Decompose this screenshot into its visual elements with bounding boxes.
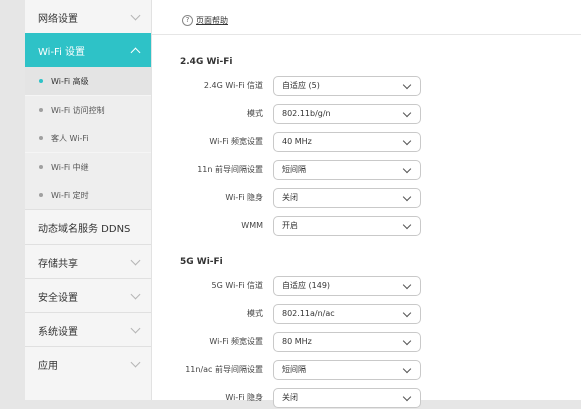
sidebar-item-label: 动态域名服务 DDNS xyxy=(38,223,131,235)
form-row-5g-channel: 5G Wi-Fi 信道 自适应 (149) xyxy=(152,275,581,297)
select-value: 自适应 (149) xyxy=(282,281,331,290)
chevron-down-icon xyxy=(402,164,412,174)
chevron-down-icon xyxy=(402,80,412,90)
form-row-2g-wmm: WMM 开启 xyxy=(152,215,581,237)
field-label: 2.4G Wi-Fi 信道 xyxy=(203,81,263,90)
form-row-5g-guard-interval: 11n/ac 前导间隔设置 短间隔 xyxy=(152,359,581,381)
sidebar-item-apps[interactable]: 应用 xyxy=(25,347,151,381)
select-2g-guard-interval[interactable]: 短间隔 xyxy=(273,160,421,180)
chevron-down-icon xyxy=(402,336,412,346)
field-label: Wi-Fi 频宽设置 xyxy=(209,137,263,146)
chevron-down-icon xyxy=(402,308,412,318)
chevron-down-icon xyxy=(130,10,141,21)
select-value: 80 MHz xyxy=(282,337,312,346)
chevron-down-icon xyxy=(402,136,412,146)
sidebar-item-system-settings[interactable]: 系统设置 xyxy=(25,313,151,347)
sidebar-item-network-settings[interactable]: 网络设置 xyxy=(25,0,151,34)
select-5g-bandwidth[interactable]: 80 MHz xyxy=(273,332,421,352)
select-value: 802.11a/n/ac xyxy=(282,309,335,318)
bullet-icon xyxy=(39,136,43,140)
chevron-down-icon xyxy=(402,280,412,290)
chevron-down-icon xyxy=(130,357,141,368)
form-row-2g-hidden: Wi-Fi 隐身 关闭 xyxy=(152,187,581,209)
select-value: 开启 xyxy=(282,221,298,230)
field-label: 11n 前导间隔设置 xyxy=(197,165,263,174)
sidebar: 网络设置 Wi-Fi 设置 Wi-Fi 高级 Wi-Fi 访问控制 客人 Wi-… xyxy=(25,0,152,400)
page-help-label: 页面帮助 xyxy=(196,16,228,25)
sidebar-subitem-wifi-access-control[interactable]: Wi-Fi 访问控制 xyxy=(25,96,151,124)
select-2g-bandwidth[interactable]: 40 MHz xyxy=(273,132,421,152)
chevron-down-icon xyxy=(130,255,141,266)
field-label: Wi-Fi 隐身 xyxy=(225,193,263,202)
page-help-link[interactable]: ? 页面帮助 xyxy=(182,15,228,26)
sidebar-item-label: 应用 xyxy=(38,360,58,372)
sidebar-item-ddns[interactable]: 动态域名服务 DDNS xyxy=(25,210,151,244)
form-row-2g-bandwidth: Wi-Fi 频宽设置 40 MHz xyxy=(152,131,581,153)
sidebar-subitem-wifi-relay[interactable]: Wi-Fi 中继 xyxy=(25,153,151,181)
sidebar-subitem-label: Wi-Fi 定时 xyxy=(51,190,89,200)
sidebar-subitem-guest-wifi[interactable]: 客人 Wi-Fi xyxy=(25,124,151,152)
select-value: 短间隔 xyxy=(282,165,306,174)
select-5g-mode[interactable]: 802.11a/n/ac xyxy=(273,304,421,324)
chevron-down-icon xyxy=(130,289,141,300)
field-label: Wi-Fi 频宽设置 xyxy=(209,337,263,346)
divider xyxy=(152,34,581,35)
main-panel: ? 页面帮助 2.4G Wi-Fi 2.4G Wi-Fi 信道 自适应 (5) … xyxy=(152,0,581,408)
select-value: 802.11b/g/n xyxy=(282,109,331,118)
select-value: 短间隔 xyxy=(282,365,306,374)
select-value: 自适应 (5) xyxy=(282,81,320,90)
chevron-down-icon xyxy=(130,323,141,334)
select-value: 40 MHz xyxy=(282,137,312,146)
select-5g-guard-interval[interactable]: 短间隔 xyxy=(273,360,421,380)
bullet-icon xyxy=(39,79,43,83)
bullet-icon xyxy=(39,108,43,112)
sidebar-subitem-label: Wi-Fi 中继 xyxy=(51,162,89,172)
chevron-down-icon xyxy=(402,364,412,374)
bullet-icon xyxy=(39,193,43,197)
form-row-2g-channel: 2.4G Wi-Fi 信道 自适应 (5) xyxy=(152,75,581,97)
section-title-5g: 5G Wi-Fi xyxy=(180,257,223,267)
sidebar-item-security-settings[interactable]: 安全设置 xyxy=(25,279,151,313)
sidebar-subitem-label: 客人 Wi-Fi xyxy=(51,133,89,143)
select-2g-channel[interactable]: 自适应 (5) xyxy=(273,76,421,96)
select-2g-hidden[interactable]: 关闭 xyxy=(273,188,421,208)
form-row-5g-bandwidth: Wi-Fi 频宽设置 80 MHz xyxy=(152,331,581,353)
form-row-2g-guard-interval: 11n 前导间隔设置 短间隔 xyxy=(152,159,581,181)
form-row-2g-mode: 模式 802.11b/g/n xyxy=(152,103,581,125)
sidebar-subitem-label: Wi-Fi 访问控制 xyxy=(51,105,105,115)
sidebar-item-label: 存储共享 xyxy=(38,258,78,270)
select-5g-channel[interactable]: 自适应 (149) xyxy=(273,276,421,296)
form-row-5g-mode: 模式 802.11a/n/ac xyxy=(152,303,581,325)
section-title-2g: 2.4G Wi-Fi xyxy=(180,57,233,67)
field-label: 5G Wi-Fi 信道 xyxy=(211,281,263,290)
sidebar-item-label: 安全设置 xyxy=(38,292,78,304)
bullet-icon xyxy=(39,165,43,169)
sidebar-item-label: 系统设置 xyxy=(38,326,78,338)
chevron-up-icon xyxy=(130,47,141,58)
sidebar-item-label: Wi-Fi 设置 xyxy=(38,46,86,58)
sidebar-item-storage-sharing[interactable]: 存储共享 xyxy=(25,245,151,279)
sidebar-subitem-wifi-advanced[interactable]: Wi-Fi 高级 xyxy=(25,67,151,95)
select-2g-mode[interactable]: 802.11b/g/n xyxy=(273,104,421,124)
field-label: 模式 xyxy=(247,109,263,118)
sidebar-item-label: 网络设置 xyxy=(38,13,78,25)
select-2g-wmm[interactable]: 开启 xyxy=(273,216,421,236)
sidebar-subitem-wifi-timer[interactable]: Wi-Fi 定时 xyxy=(25,181,151,209)
chevron-down-icon xyxy=(402,108,412,118)
chevron-down-icon xyxy=(402,192,412,202)
field-label: WMM xyxy=(241,221,263,230)
help-icon: ? xyxy=(182,15,193,26)
chevron-down-icon xyxy=(402,220,412,230)
select-value: 关闭 xyxy=(282,193,298,202)
sidebar-item-wifi-settings[interactable]: Wi-Fi 设置 xyxy=(25,33,151,67)
form-row-5g-hidden: Wi-Fi 隐身 关闭 xyxy=(152,387,581,409)
select-5g-hidden[interactable]: 关闭 xyxy=(273,388,421,408)
field-label: 模式 xyxy=(247,309,263,318)
field-label: 11n/ac 前导间隔设置 xyxy=(185,365,263,374)
sidebar-subitem-label: Wi-Fi 高级 xyxy=(51,76,89,86)
select-value: 关闭 xyxy=(282,393,298,402)
field-label: Wi-Fi 隐身 xyxy=(225,393,263,402)
